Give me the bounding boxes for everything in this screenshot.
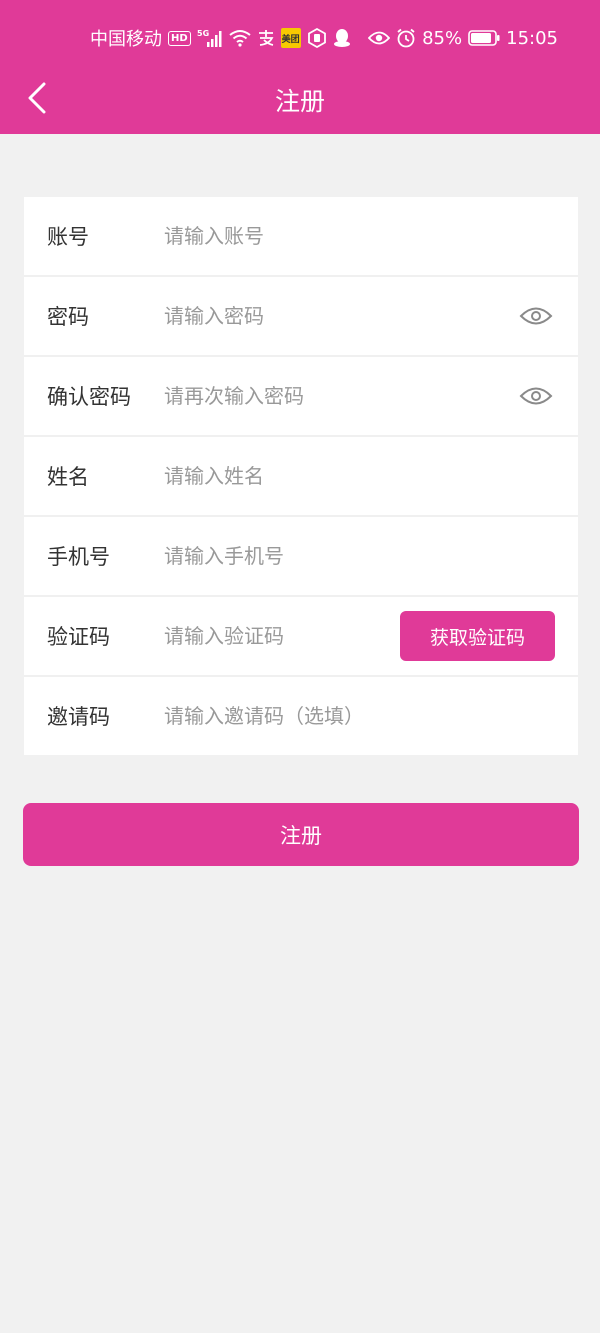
nav-bar: 注册 bbox=[0, 64, 600, 134]
confirm-password-visibility-toggle[interactable] bbox=[518, 378, 554, 414]
page-title: 注册 bbox=[274, 87, 325, 116]
signal-icon: 5G bbox=[197, 28, 223, 48]
qq-icon bbox=[333, 28, 351, 48]
invite-code-label: 邀请码 bbox=[47, 705, 110, 729]
name-input[interactable] bbox=[164, 456, 464, 496]
register-form: 账号 密码 确认密码 姓名 手机号 验证码 获取验证码 bbox=[24, 197, 578, 755]
verify-code-label: 验证码 bbox=[47, 625, 110, 649]
account-input[interactable] bbox=[164, 216, 464, 256]
phone-input[interactable] bbox=[164, 536, 464, 576]
app-header: 中国移动 HD 5G 美团 85% 15:05 注册 bbox=[0, 0, 600, 134]
confirm-password-row: 确认密码 bbox=[24, 357, 578, 437]
network-type: 5G bbox=[197, 29, 209, 38]
carrier-name: 中国移动 bbox=[90, 29, 162, 50]
phone-label: 手机号 bbox=[47, 545, 110, 569]
confirm-password-label: 确认密码 bbox=[47, 385, 131, 409]
confirm-password-input[interactable] bbox=[164, 376, 464, 416]
alipay-icon bbox=[257, 29, 275, 47]
name-label: 姓名 bbox=[47, 465, 89, 489]
meituan-icon: 美团 bbox=[280, 28, 301, 48]
password-visibility-toggle[interactable] bbox=[518, 298, 554, 334]
password-row: 密码 bbox=[24, 277, 578, 357]
wifi-icon bbox=[229, 29, 251, 47]
verify-code-input[interactable] bbox=[164, 616, 384, 656]
app-icon bbox=[307, 28, 327, 48]
verify-code-row: 验证码 获取验证码 bbox=[24, 597, 578, 677]
account-row: 账号 bbox=[24, 197, 578, 277]
hd-badge: HD bbox=[168, 30, 191, 46]
clock-time: 15:05 bbox=[506, 27, 558, 49]
get-verify-code-button[interactable]: 获取验证码 bbox=[400, 611, 555, 661]
password-input[interactable] bbox=[164, 296, 464, 336]
status-right: 85% 15:05 bbox=[368, 18, 558, 58]
register-submit-button[interactable]: 注册 bbox=[23, 803, 579, 866]
password-label: 密码 bbox=[47, 305, 89, 329]
account-label: 账号 bbox=[47, 225, 89, 249]
battery-percent: 85% bbox=[422, 27, 463, 49]
eye-icon bbox=[519, 307, 553, 325]
battery-icon bbox=[468, 30, 500, 46]
name-row: 姓名 bbox=[24, 437, 578, 517]
invite-code-row: 邀请码 bbox=[24, 677, 578, 755]
invite-code-input[interactable] bbox=[164, 696, 544, 736]
status-bar: 中国移动 HD 5G 美团 85% 15:05 bbox=[0, 18, 600, 58]
phone-row: 手机号 bbox=[24, 517, 578, 597]
status-left: 中国移动 HD 5G 美团 bbox=[90, 18, 351, 58]
alarm-icon bbox=[396, 28, 416, 48]
eye-icon bbox=[519, 387, 553, 405]
eye-icon bbox=[368, 30, 391, 46]
